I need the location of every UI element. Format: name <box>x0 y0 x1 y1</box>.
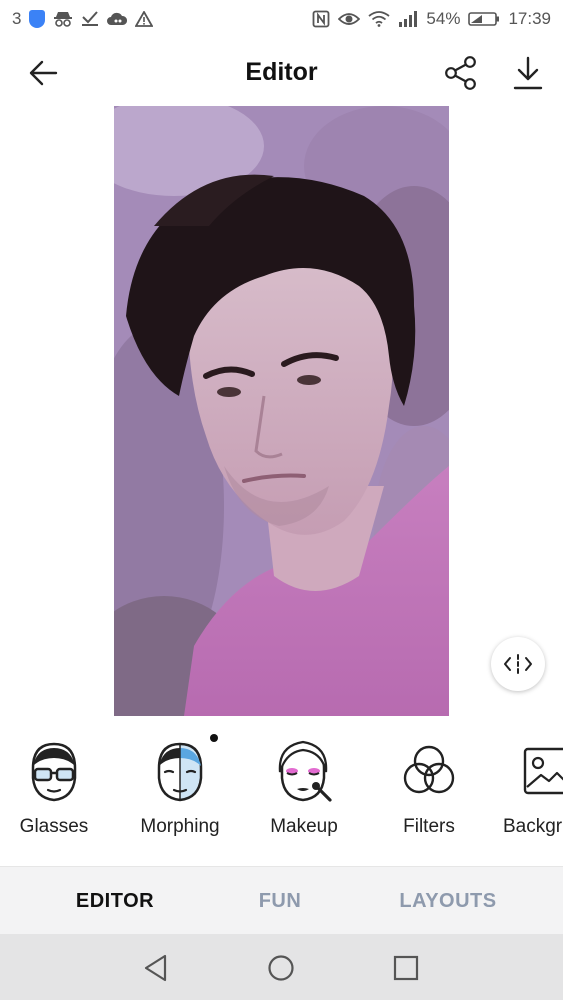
shield-icon <box>29 10 46 28</box>
nav-recents-button[interactable] <box>388 950 424 986</box>
download-button[interactable] <box>507 52 549 94</box>
status-bar-left: 3 <box>12 9 154 29</box>
tool-background[interactable]: Backgr <box>494 730 563 860</box>
tool-glasses[interactable]: Glasses <box>0 730 114 860</box>
triangle-back-icon <box>144 954 167 982</box>
status-bar: 3 54% 17:39 <box>0 0 563 38</box>
filters-icon <box>397 736 461 806</box>
circle-home-icon <box>268 955 294 981</box>
tool-morphing[interactable]: Morphing <box>120 730 240 860</box>
warning-icon <box>135 11 154 27</box>
incognito-icon <box>53 11 73 27</box>
morphing-face-icon <box>148 736 212 806</box>
share-icon <box>445 56 476 90</box>
tab-layouts[interactable]: LAYOUTS <box>378 867 518 935</box>
wifi-icon <box>368 11 390 27</box>
tool-label: Makeup <box>270 816 338 837</box>
notification-count: 3 <box>12 9 22 28</box>
glasses-face-icon <box>22 736 86 806</box>
battery-percent: 54% <box>426 9 461 28</box>
clock: 17:39 <box>508 9 551 28</box>
makeup-face-icon <box>272 736 336 806</box>
eye-icon <box>338 11 361 27</box>
tool-filters[interactable]: Filters <box>369 730 489 860</box>
background-image-icon <box>514 736 563 806</box>
tool-label: Filters <box>403 816 455 837</box>
compare-split-icon <box>504 654 532 674</box>
bottom-tab-bar: EDITOR FUN LAYOUTS <box>0 866 563 934</box>
cloud-game-icon <box>107 11 128 27</box>
nav-home-button[interactable] <box>263 950 299 986</box>
tools-strip[interactable]: Glasses Morphing Makeup Filters Backgr <box>0 730 563 860</box>
tool-label: Morphing <box>140 816 220 837</box>
tool-label: Backgr <box>503 816 563 837</box>
status-bar-right: 54% 17:39 <box>312 9 551 29</box>
tool-label: Glasses <box>19 816 89 837</box>
edited-photo[interactable] <box>114 106 449 716</box>
compare-button[interactable] <box>491 637 545 691</box>
nav-back-button[interactable] <box>138 950 174 986</box>
signal-icon <box>398 11 418 27</box>
nfc-icon <box>312 10 330 28</box>
download-icon <box>513 56 543 90</box>
tab-fun[interactable]: FUN <box>220 867 340 935</box>
tool-makeup[interactable]: Makeup <box>244 730 364 860</box>
tab-editor[interactable]: EDITOR <box>40 867 190 935</box>
system-nav-bar <box>0 934 563 1000</box>
share-button[interactable] <box>440 52 482 94</box>
app-bar: Editor <box>0 38 563 106</box>
battery-icon <box>468 11 500 27</box>
check-download-icon <box>81 11 99 27</box>
square-recents-icon <box>393 955 419 981</box>
